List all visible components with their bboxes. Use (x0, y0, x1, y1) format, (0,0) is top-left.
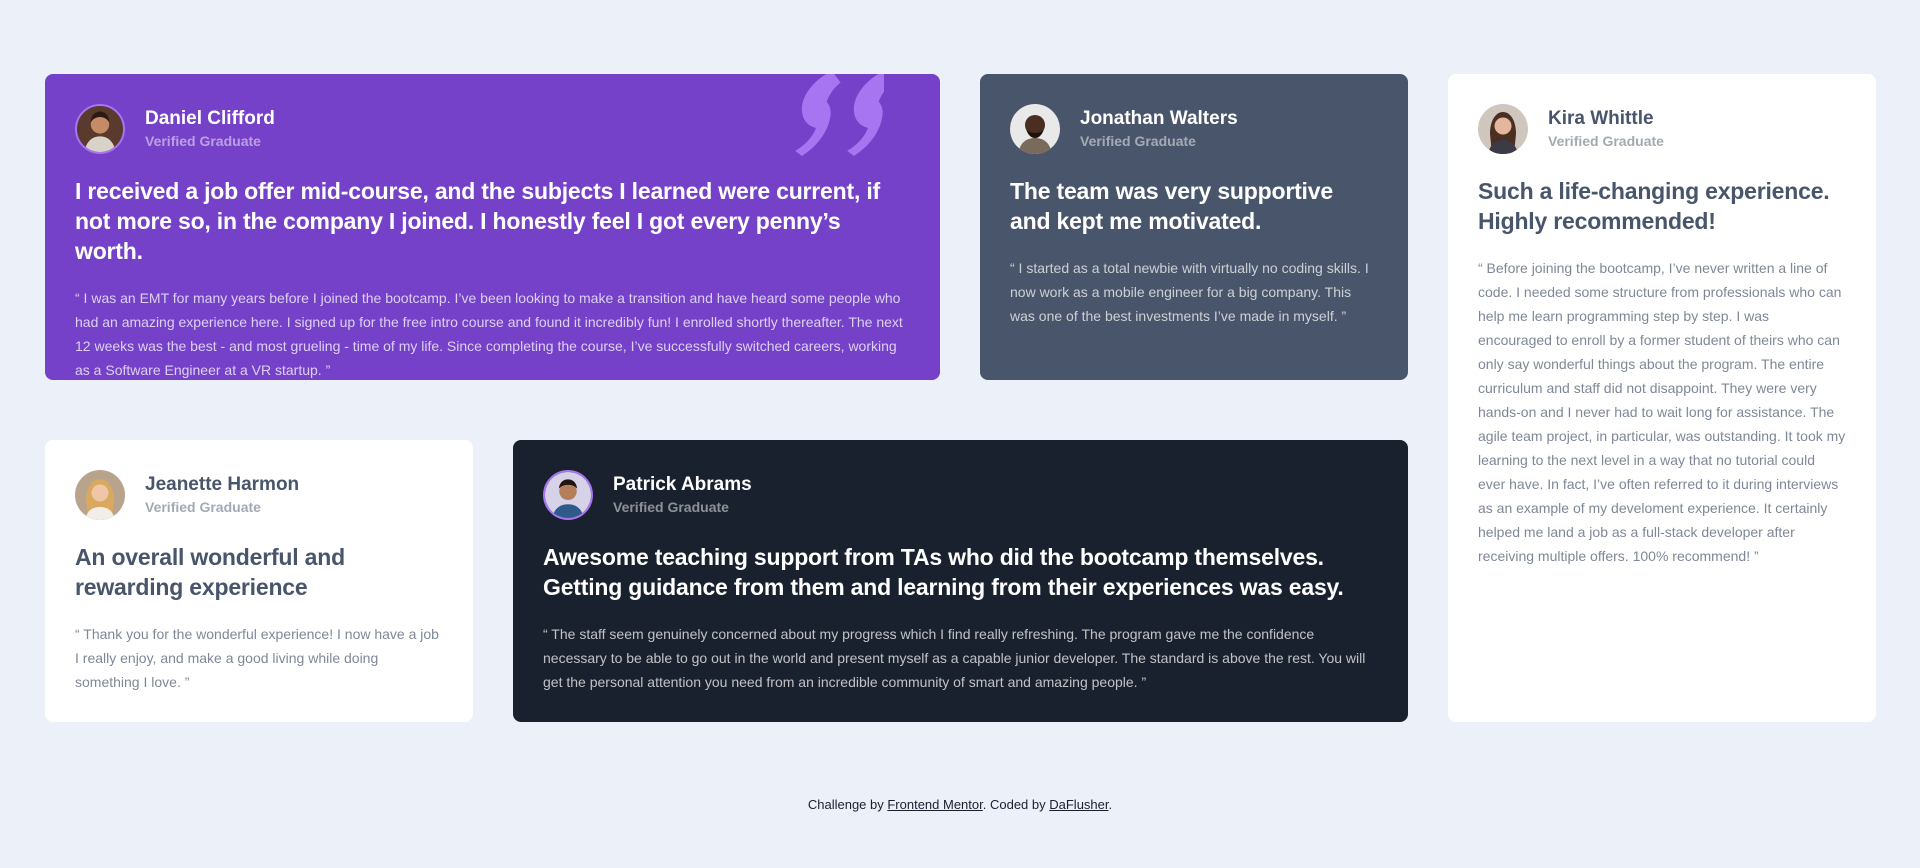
avatar-jeanette-icon (75, 470, 125, 520)
frontend-mentor-link[interactable]: Frontend Mentor (887, 797, 982, 812)
author-info: Jeanette Harmon Verified Graduate (75, 470, 443, 520)
avatar-jonathan-icon (1010, 104, 1060, 154)
author-role: Verified Graduate (145, 499, 261, 515)
author-name: Daniel Clifford (145, 108, 275, 129)
author-name: Patrick Abrams (613, 474, 752, 495)
testimonial-card-jeanette: Jeanette Harmon Verified Graduate An ove… (45, 440, 473, 722)
author-name: Kira Whittle (1548, 108, 1654, 129)
author-link[interactable]: DaFlusher (1049, 797, 1108, 812)
avatar-daniel-icon (75, 104, 125, 154)
attribution-footer: Challenge by Frontend Mentor. Coded by D… (0, 797, 1920, 812)
testimonial-headline: I received a job offer mid-course, and t… (75, 178, 880, 264)
attribution-suffix: . (1108, 797, 1113, 812)
testimonial-card-daniel: Daniel Clifford Verified Graduate I rece… (45, 74, 940, 380)
testimonial-body: “ Thank you for the wonderful experience… (75, 626, 439, 690)
author-role: Verified Graduate (1080, 133, 1196, 149)
testimonial-body: “ I started as a total newbie with virtu… (1010, 260, 1369, 324)
author-info: Kira Whittle Verified Graduate (1478, 104, 1846, 154)
testimonial-headline: Awesome teaching support from TAs who di… (543, 544, 1344, 600)
testimonial-card-patrick: Patrick Abrams Verified Graduate Awesome… (513, 440, 1408, 722)
testimonial-headline: Such a life-changing experience. Highly … (1478, 178, 1830, 234)
attribution-middle: . Coded by (982, 797, 1050, 812)
testimonial-body: “ I was an EMT for many years before I j… (75, 290, 903, 378)
author-info: Patrick Abrams Verified Graduate (543, 470, 1378, 520)
attribution-prefix: Challenge by (807, 797, 888, 812)
author-name: Jonathan Walters (1080, 108, 1238, 129)
testimonial-headline: An overall wonderful and rewarding exper… (75, 544, 345, 600)
testimonial-body: “ Before joining the bootcamp, I’ve neve… (1478, 260, 1846, 564)
testimonial-headline: The team was very supportive and kept me… (1010, 178, 1333, 234)
testimonial-card-jonathan: Jonathan Walters Verified Graduate The t… (980, 74, 1408, 380)
author-role: Verified Graduate (613, 499, 729, 515)
author-info: Daniel Clifford Verified Graduate (75, 104, 910, 154)
author-name: Jeanette Harmon (145, 474, 300, 495)
avatar-kira-icon (1478, 104, 1528, 154)
testimonial-body: “ The staff seem genuinely concerned abo… (543, 626, 1366, 690)
author-role: Verified Graduate (145, 133, 261, 149)
author-role: Verified Graduate (1548, 133, 1664, 149)
author-info: Jonathan Walters Verified Graduate (1010, 104, 1378, 154)
testimonial-card-kira: Kira Whittle Verified Graduate Such a li… (1448, 74, 1876, 722)
avatar-patrick-icon (543, 470, 593, 520)
